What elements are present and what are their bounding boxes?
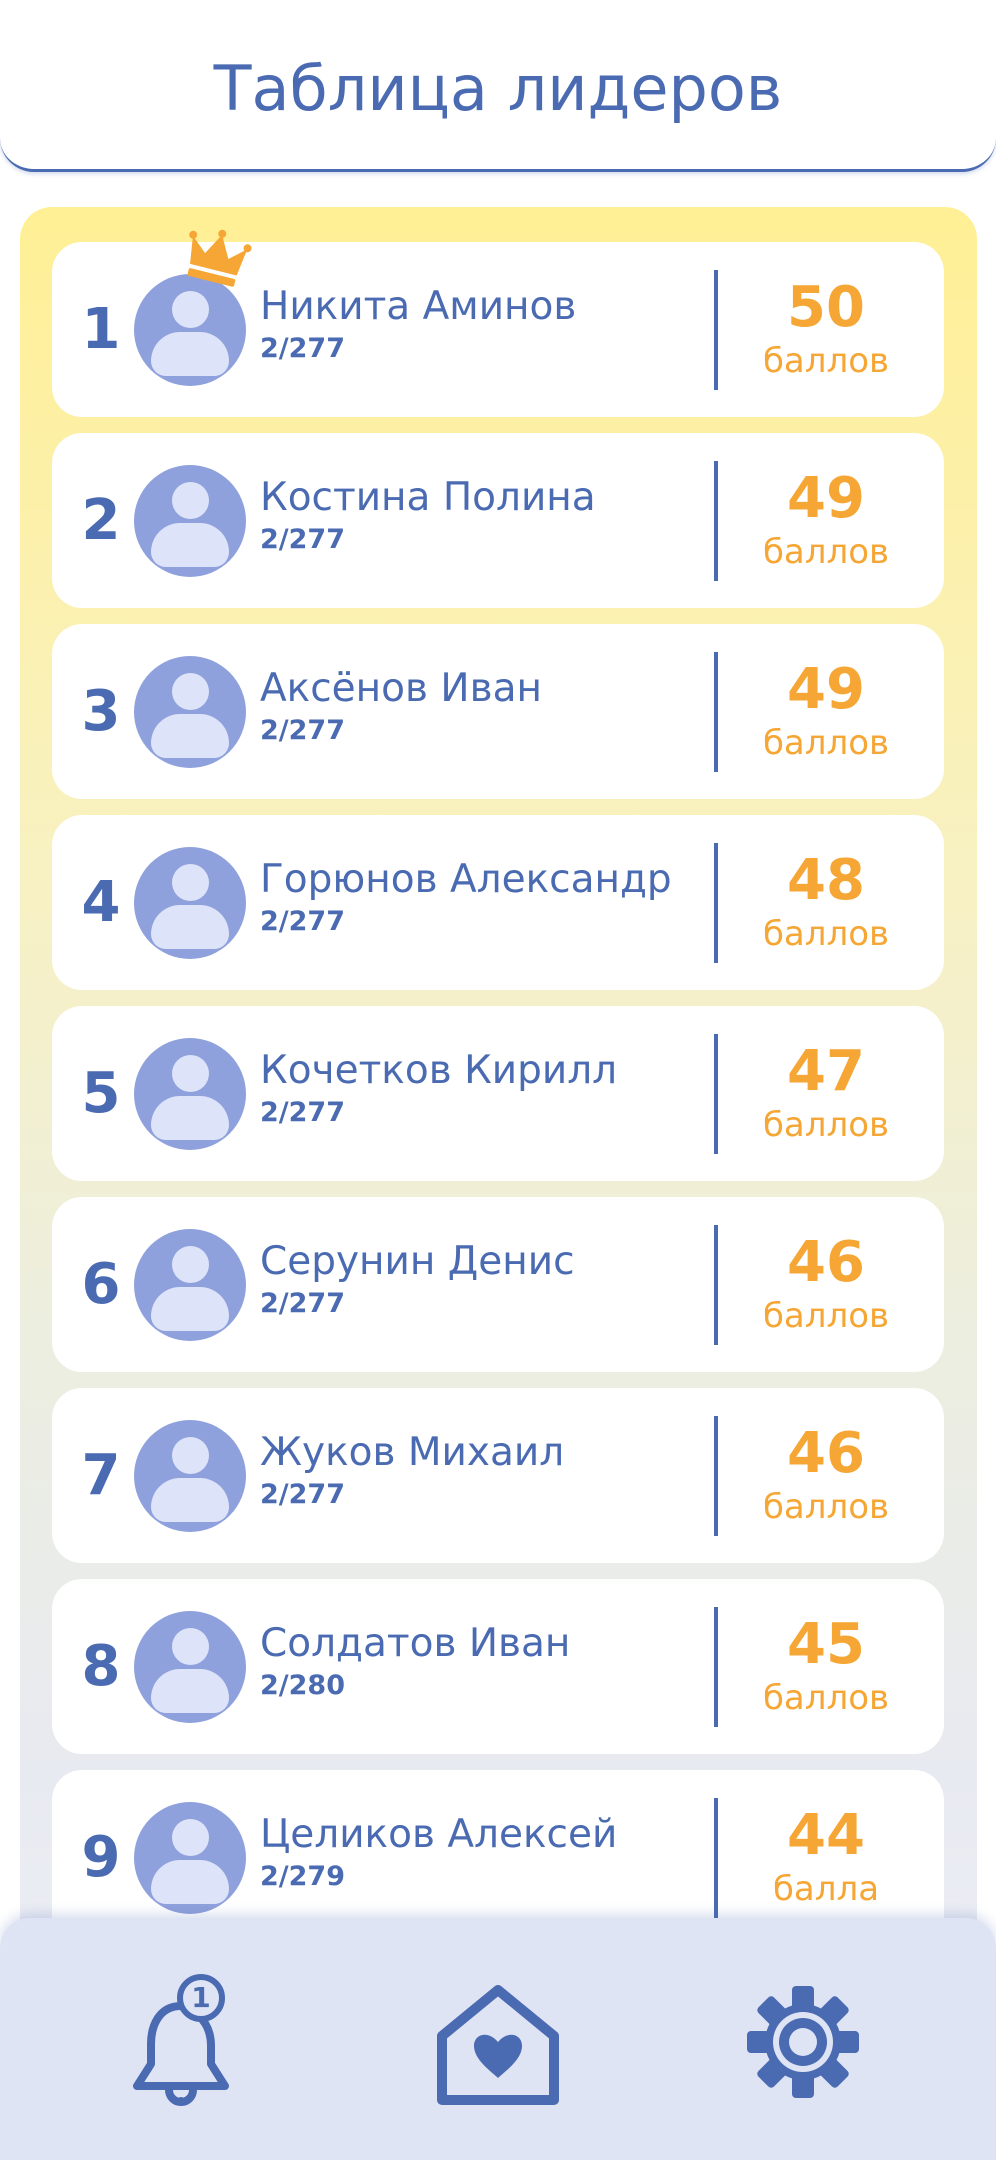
score-unit: баллов — [762, 532, 890, 572]
crown-icon — [187, 229, 252, 287]
leader-group: 2/277 — [260, 524, 346, 555]
avatar — [134, 465, 246, 577]
leader-row[interactable]: 2 Костина Полина 2/277 49 баллов — [52, 433, 944, 608]
leader-name: Серунин Денис — [260, 1239, 575, 1284]
leader-name: Целиков Алексей — [260, 1812, 618, 1857]
divider — [714, 1798, 718, 1918]
leader-row[interactable]: 3 Аксёнов Иван 2/277 49 баллов — [52, 624, 944, 799]
leader-group: 2/277 — [260, 1288, 346, 1319]
divider — [714, 270, 718, 390]
gear-icon — [747, 1986, 859, 2098]
leader-score: 44 — [787, 1803, 865, 1868]
avatar — [134, 847, 246, 959]
score-unit: баллов — [762, 1487, 890, 1527]
avatar — [134, 1802, 246, 1914]
leader-score: 48 — [787, 848, 865, 913]
divider — [714, 1034, 718, 1154]
divider — [714, 1416, 718, 1536]
bottom-nav: 1 — [0, 1918, 996, 2160]
avatar — [134, 1229, 246, 1341]
header: Таблица лидеров — [0, 0, 996, 172]
leader-score: 49 — [787, 466, 865, 531]
avatar — [134, 1611, 246, 1723]
leader-name: Жуков Михаил — [260, 1430, 565, 1475]
leader-score: 46 — [787, 1230, 865, 1295]
leader-name: Кочетков Кирилл — [260, 1048, 618, 1093]
home-heart-icon — [437, 1985, 559, 2105]
leader-group: 2/277 — [260, 333, 346, 364]
notifications-button[interactable]: 1 — [111, 1972, 251, 2112]
avatar — [134, 1038, 246, 1150]
leader-row[interactable]: 7 Жуков Михаил 2/277 46 баллов — [52, 1388, 944, 1563]
avatar — [134, 274, 246, 386]
divider — [714, 1225, 718, 1345]
score-unit: баллов — [762, 914, 890, 954]
score-unit: баллов — [762, 341, 890, 381]
leader-score: 45 — [787, 1612, 865, 1677]
notification-badge: 1 — [177, 1974, 225, 2022]
avatar — [134, 656, 246, 768]
leader-group: 2/277 — [260, 715, 346, 746]
leader-score: 50 — [787, 275, 865, 340]
leader-row[interactable]: 4 Горюнов Александр 2/277 48 баллов — [52, 815, 944, 990]
leader-score: 46 — [787, 1421, 865, 1486]
leaderboard: 1 Никита Аминов 2/277 50 баллов 2 Костин… — [20, 207, 977, 2160]
score-unit: баллов — [762, 1105, 890, 1145]
divider — [714, 461, 718, 581]
avatar — [134, 1420, 246, 1532]
leader-row[interactable]: 8 Солдатов Иван 2/280 45 баллов — [52, 1579, 944, 1754]
leader-name: Солдатов Иван — [260, 1621, 571, 1666]
divider — [714, 652, 718, 772]
leader-group: 2/277 — [260, 1097, 346, 1128]
divider — [714, 1607, 718, 1727]
leader-group: 2/277 — [260, 1479, 346, 1510]
score-unit: баллов — [762, 1678, 890, 1718]
score-unit: баллов — [762, 723, 890, 763]
page-title: Таблица лидеров — [213, 52, 783, 125]
leader-name: Никита Аминов — [260, 284, 577, 329]
score-unit: баллов — [762, 1296, 890, 1336]
leader-row[interactable]: 6 Серунин Денис 2/277 46 баллов — [52, 1197, 944, 1372]
settings-button[interactable] — [733, 1972, 873, 2112]
divider — [714, 843, 718, 963]
leader-score: 47 — [787, 1039, 865, 1104]
leader-score: 49 — [787, 657, 865, 722]
leader-group: 2/280 — [260, 1670, 346, 1701]
leader-group: 2/279 — [260, 1861, 346, 1892]
leader-name: Горюнов Александр — [260, 857, 672, 902]
score-unit: балла — [772, 1869, 880, 1909]
leader-group: 2/277 — [260, 906, 346, 937]
leader-name: Аксёнов Иван — [260, 666, 542, 711]
leader-row[interactable]: 5 Кочетков Кирилл 2/277 47 баллов — [52, 1006, 944, 1181]
home-button[interactable] — [428, 1972, 568, 2112]
leader-name: Костина Полина — [260, 475, 596, 520]
leader-row[interactable]: 1 Никита Аминов 2/277 50 баллов — [52, 229, 944, 417]
